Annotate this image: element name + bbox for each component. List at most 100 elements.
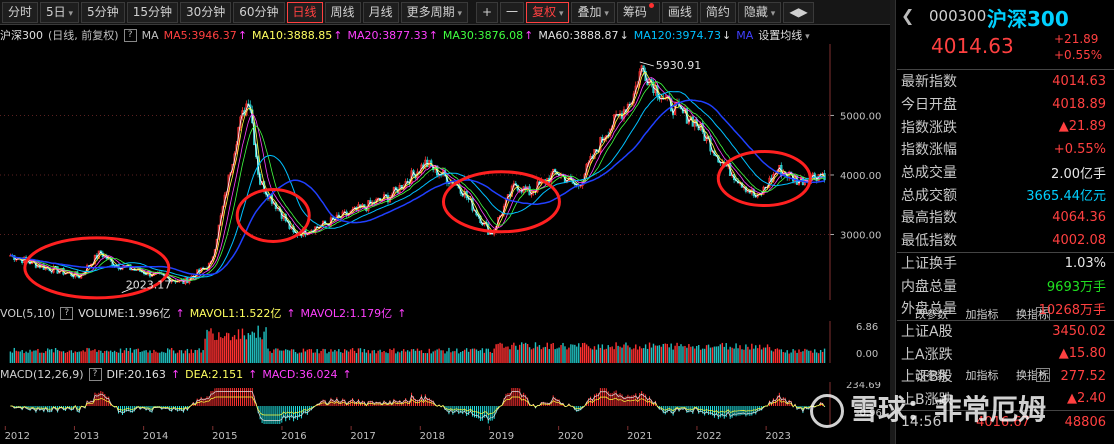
- chips-button[interactable]: 筹码: [616, 1, 660, 23]
- volume-bar: [255, 337, 257, 363]
- volume-legend: VOL(5,10) ? VOLUME:1.996亿 ↑ MAVOL1:1.522…: [0, 305, 830, 321]
- volume-bar: [658, 345, 661, 363]
- candlestick-chart[interactable]: 5930.91 2023.17 5000.00 4000.00 3000.00: [0, 44, 890, 300]
- quote-value: +0.55%: [1053, 141, 1106, 157]
- volume-bar: [90, 350, 92, 363]
- volume-bar: [707, 344, 710, 363]
- vol-help-icon[interactable]: ?: [60, 306, 74, 320]
- period-tab-0[interactable]: 分时: [2, 1, 39, 23]
- quote-label: 内盘总量: [901, 278, 957, 295]
- current-price: 4014.63: [931, 34, 1014, 58]
- period-tab-5[interactable]: 60分钟: [233, 1, 285, 23]
- volume-bar: [408, 351, 411, 363]
- volume-bar: [662, 343, 665, 363]
- volume-bar: [515, 345, 517, 363]
- macd-chart[interactable]: 234.69-0.96: [0, 382, 890, 426]
- volume-bar: [129, 347, 132, 363]
- volume-bar: [318, 353, 320, 363]
- ma-settings-button[interactable]: 设置均线: [758, 27, 809, 43]
- volume-bar: [609, 347, 611, 363]
- volume-bar: [552, 342, 554, 363]
- volume-bar: [692, 346, 694, 363]
- volume-bar: [224, 336, 226, 363]
- quote-label: 今日开盘: [901, 97, 957, 114]
- volume-bar: [308, 349, 311, 363]
- x-tick-label: 2016: [281, 431, 306, 442]
- volume-bar: [243, 335, 246, 363]
- volume-bar: [340, 352, 342, 363]
- draw-line-button[interactable]: 画线: [661, 1, 698, 23]
- zoom-out-button[interactable]: 一: [500, 1, 525, 23]
- volume-bar: [766, 344, 769, 363]
- volume-bar: [611, 346, 613, 363]
- quote-back-icon[interactable]: ❮: [901, 6, 914, 25]
- volume-bar: [670, 343, 672, 363]
- period-tab-8[interactable]: 月线: [362, 1, 399, 23]
- volume-bar: [770, 350, 773, 363]
- zoom-in-button[interactable]: +: [475, 1, 499, 23]
- volume-bar: [526, 344, 529, 363]
- volume-bar: [338, 349, 340, 363]
- hide-button[interactable]: 隐藏: [737, 1, 782, 23]
- volume-bar: [306, 349, 309, 363]
- quote-value: 3665.44亿元: [1026, 189, 1106, 205]
- volume-bar: [479, 350, 482, 363]
- volume-bar: [473, 348, 476, 363]
- mavol2-arrow: ↑: [397, 306, 407, 320]
- period-tab-4[interactable]: 30分钟: [179, 1, 232, 23]
- volume-chart[interactable]: 6.86 0.00: [0, 321, 890, 363]
- y-tick-label: 5000.00: [840, 111, 881, 122]
- volume-bar: [471, 348, 474, 363]
- x-tick-label: 2019: [489, 431, 514, 442]
- period-toolbar: 分时5日5分钟15分钟30分钟60分钟日线周线月线更多周期 +一复权叠加筹码画线简…: [0, 0, 890, 25]
- volume-bar: [39, 352, 41, 363]
- ma-arrow-1: ↑: [333, 28, 343, 42]
- volume-bar: [135, 349, 137, 363]
- overlay-button[interactable]: 叠加: [571, 1, 615, 23]
- volume-bar: [475, 349, 478, 363]
- volume-bar: [617, 345, 619, 363]
- period-tab-3[interactable]: 15分钟: [126, 1, 178, 23]
- volume-bar: [489, 351, 491, 363]
- nav-arrows-button[interactable]: ◀▶: [783, 1, 814, 23]
- quote-value: 4064.36: [1052, 209, 1106, 225]
- volume-bar: [229, 340, 232, 363]
- macd-legend: MACD(12,26,9) ? DIF:20.163 ↑ DEA:2.151 ↑…: [0, 366, 830, 382]
- volume-bar: [589, 348, 592, 363]
- volume-bar: [733, 348, 735, 363]
- volume-bar: [288, 350, 291, 363]
- help-icon[interactable]: ?: [123, 28, 137, 42]
- quote-value: 4018.89: [1052, 96, 1106, 112]
- volume-bar: [792, 349, 794, 363]
- volume-bar: [790, 352, 792, 363]
- volume-bar: [381, 352, 383, 363]
- volume-bar: [544, 346, 547, 363]
- simple-mode-button[interactable]: 简约: [699, 1, 736, 23]
- volume-bar: [430, 353, 432, 363]
- volume-bar: [198, 348, 200, 363]
- volume-bar: [104, 351, 106, 363]
- volume-bar: [458, 353, 460, 363]
- restore-button[interactable]: 复权: [526, 1, 570, 23]
- volume-bar: [572, 344, 574, 363]
- volume-bar: [554, 349, 556, 363]
- volume-bar: [410, 349, 413, 363]
- quote-value: 9693万手: [1046, 280, 1106, 296]
- quote-label: 指数涨幅: [901, 142, 957, 159]
- macd-help-icon[interactable]: ?: [88, 367, 102, 381]
- volume-bar: [35, 350, 37, 363]
- period-tab-7[interactable]: 周线: [324, 1, 361, 23]
- period-tab-6[interactable]: 日线: [286, 1, 323, 23]
- volume-bar: [644, 344, 647, 363]
- period-tab-1[interactable]: 5日: [40, 1, 80, 23]
- period-tab-9[interactable]: 更多周期: [400, 1, 468, 23]
- volume-bar: [265, 327, 267, 363]
- quote-value: 2.00亿手: [1051, 166, 1106, 182]
- volume-bar: [690, 346, 692, 363]
- volume-bar: [462, 351, 464, 363]
- period-tab-2[interactable]: 5分钟: [81, 1, 125, 23]
- volume-bar: [200, 352, 202, 363]
- volume-bar: [560, 345, 562, 363]
- scrollbar[interactable]: [890, 0, 896, 444]
- volume-bar: [84, 351, 86, 363]
